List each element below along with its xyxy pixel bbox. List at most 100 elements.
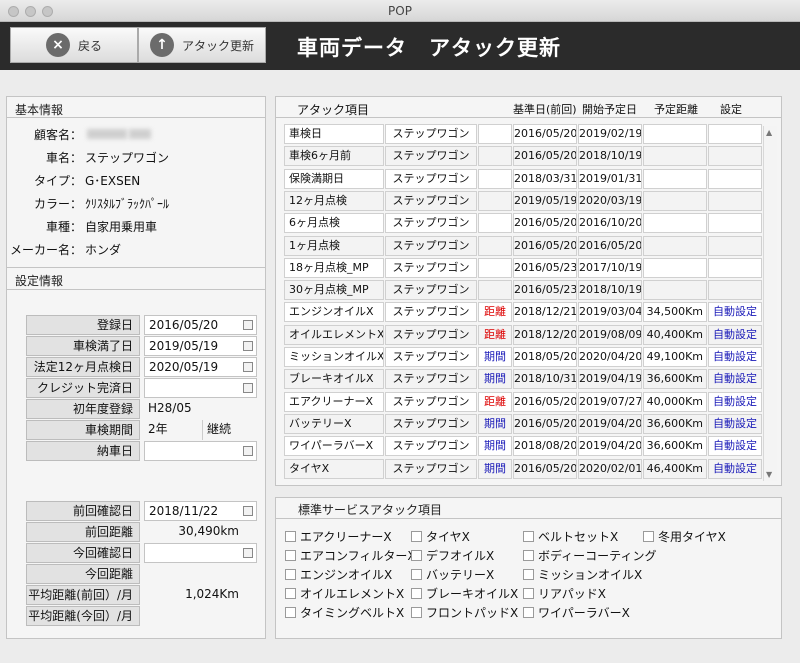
checkbox-icon[interactable] [523,569,534,580]
legal-inspection-field[interactable]: 2020/05/19 [144,357,257,377]
table-row[interactable]: ミッションオイルX ステップワゴン 期間 2018/05/20 2020/04/20 49… [284,347,762,367]
table-row[interactable]: タイヤX ステップワゴン 期間 2016/05/20 2020/02/01 46,400K… [284,458,762,479]
checkbox-icon[interactable] [285,569,296,580]
last-distance-row: 前回距離 30,490km [26,522,257,542]
checkbox-icon[interactable] [411,531,422,542]
service-checkbox[interactable]: リアパッドX [523,585,606,602]
car-name-cell: ステップワゴン [385,347,477,367]
setting-cell[interactable]: 自動設定 [708,302,762,323]
base-date-cell: 2016/05/20 [513,458,577,479]
service-checkbox[interactable]: ボディーコーティング [523,547,656,564]
table-row[interactable]: 30ヶ月点検_MP ステップワゴン 2016/05/23 2018/10/19 [284,280,762,301]
setting-cell[interactable]: 自動設定 [708,347,762,367]
scroll-down-icon[interactable]: ▼ [766,470,772,479]
setting-cell [708,190,762,211]
table-row[interactable]: 車検日 ステップワゴン 2016/05/20 2019/02/19 [284,124,762,144]
calendar-icon[interactable] [243,506,253,516]
checkbox-icon[interactable] [523,607,534,618]
service-checkbox-label: ワイパーラバーX [538,606,630,620]
this-distance-row: 今回距離 [26,564,257,584]
base-date-cell: 2016/05/23 [513,257,577,278]
service-checkbox[interactable]: エンジンオイルX [285,566,392,583]
table-row[interactable]: 1ヶ月点検 ステップワゴン 2016/05/20 2016/05/20 [284,235,762,256]
scroll-up-icon[interactable]: ▲ [766,128,772,137]
table-row[interactable]: 18ヶ月点検_MP ステップワゴン 2016/05/23 2017/10/19 [284,257,762,278]
back-button[interactable]: × 戻る [10,27,138,63]
calendar-icon[interactable] [243,362,253,372]
service-checkbox[interactable]: バッテリーX [411,566,494,583]
service-checkbox[interactable]: デフオイルX [411,547,494,564]
this-check-date-row: 今回確認日 [26,543,257,563]
inspection-expiry-field[interactable]: 2019/05/19 [144,336,257,356]
car-name-cell: ステップワゴン [385,458,477,479]
attack-update-button[interactable]: ↑ アタック更新 [138,27,266,63]
car-name-cell: ステップワゴン [385,391,477,412]
checkbox-icon[interactable] [285,531,296,542]
setting-cell[interactable]: 自動設定 [708,413,762,434]
table-row[interactable]: 12ヶ月点検 ステップワゴン 2019/05/19 2020/03/19 [284,190,762,211]
page-title: 車両データ アタック更新 [297,36,561,60]
setting-cell[interactable]: 自動設定 [708,391,762,412]
service-checkbox[interactable]: ワイパーラバーX [523,604,630,621]
table-row[interactable]: 車検6ヶ月前 ステップワゴン 2016/05/20 2018/10/19 [284,146,762,167]
checkbox-icon[interactable] [523,550,534,561]
table-scrollbar[interactable]: ▲ ▼ [763,126,777,481]
service-checkbox[interactable]: フロントパッドX [411,604,518,621]
start-date-cell: 2018/10/19 [578,146,642,167]
service-checkbox[interactable]: エアコンフィルターX [285,547,416,564]
base-date-cell: 2016/05/20 [513,235,577,256]
service-checkbox[interactable]: ベルトセットX [523,528,618,545]
checkbox-icon[interactable] [411,607,422,618]
table-row[interactable]: ワイパーラバーX ステップワゴン 期間 2018/08/20 2019/04/20 36,… [284,436,762,457]
checkbox-icon[interactable] [643,531,654,542]
table-row[interactable]: ブレーキオイルX ステップワゴン 期間 2018/10/31 2019/04/19 36,… [284,369,762,390]
col-setting: 設定 [720,103,742,116]
calendar-icon[interactable] [243,446,253,456]
service-checkbox[interactable]: ブレーキオイルX [411,585,518,602]
setting-cell[interactable]: 自動設定 [708,458,762,479]
checkbox-icon[interactable] [523,531,534,542]
service-checkbox[interactable]: エアクリーナーX [285,528,392,545]
table-row[interactable]: バッテリーX ステップワゴン 期間 2016/05/20 2019/04/20 36,60… [284,413,762,434]
service-checkbox[interactable]: オイルエレメントX [285,585,404,602]
service-checkbox[interactable]: 冬用タイヤX [643,528,726,545]
calendar-icon[interactable] [243,320,253,330]
checkbox-icon[interactable] [411,588,422,599]
legal-inspection-label: 法定12ヶ月点検日 [26,357,140,377]
checkbox-icon[interactable] [285,550,296,561]
last-check-date-field[interactable]: 2018/11/22 [144,501,257,521]
service-checkbox[interactable]: ミッションオイルX [523,566,642,583]
inspection-period-label: 車検期間 [26,420,140,440]
delivery-date-field[interactable] [144,441,257,461]
customer-name-label: 顧客名： [33,128,82,142]
table-row[interactable]: 6ヶ月点検 ステップワゴン 2016/05/20 2016/10/20 [284,213,762,234]
checkbox-icon[interactable] [411,550,422,561]
this-check-date-field[interactable] [144,543,257,563]
calendar-icon[interactable] [243,341,253,351]
service-checkbox[interactable]: タイヤX [411,528,470,545]
checkbox-icon[interactable] [285,588,296,599]
checkbox-icon[interactable] [523,588,534,599]
start-date-cell: 2019/07/27 [578,391,642,412]
calendar-icon[interactable] [243,383,253,393]
back-button-label: 戻る [77,38,102,53]
car-name-label: 車名： [45,151,82,165]
setting-cell[interactable]: 自動設定 [708,324,762,345]
avg-distance-this-value [144,606,257,626]
header-bar: × 戻る ↑ アタック更新 車両データ アタック更新 [0,22,800,70]
table-row[interactable]: エンジンオイルX ステップワゴン 距離 2018/12/21 2019/03/04 34,… [284,302,762,323]
service-checkbox[interactable]: タイミングベルトX [285,604,404,621]
setting-cell[interactable]: 自動設定 [708,436,762,457]
attack-update-button-label: アタック更新 [181,38,254,53]
calendar-icon[interactable] [243,548,253,558]
table-row[interactable]: オイルエレメントX ステップワゴン 距離 2018/12/20 2019/08/09 40… [284,324,762,345]
checkbox-icon[interactable] [411,569,422,580]
setting-cell[interactable]: 自動設定 [708,369,762,390]
table-row[interactable]: エアクリーナーX ステップワゴン 距離 2016/05/20 2019/07/27 40,… [284,391,762,412]
credit-completion-field[interactable] [144,378,257,398]
table-row[interactable]: 保険満期日 ステップワゴン 2018/03/31 2019/01/31 [284,168,762,189]
checkbox-icon[interactable] [285,607,296,618]
registration-date-field[interactable]: 2016/05/20 [144,315,257,335]
this-check-date-label: 今回確認日 [26,543,140,563]
setting-cell [708,168,762,189]
